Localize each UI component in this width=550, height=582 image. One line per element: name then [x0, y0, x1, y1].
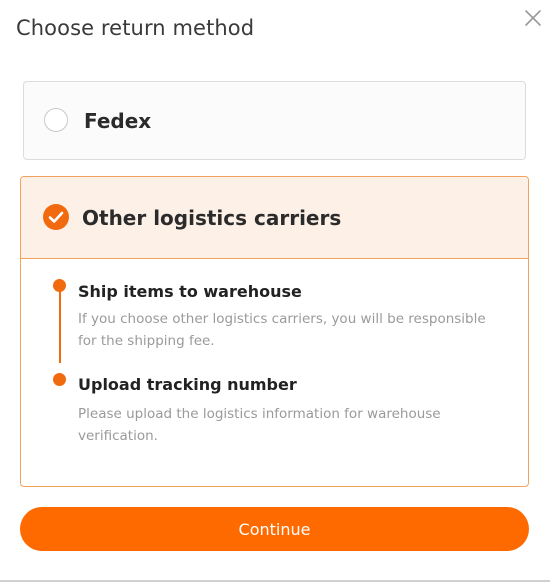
- step-dot-icon: [53, 279, 66, 292]
- radio-checked-icon[interactable]: [43, 204, 69, 230]
- option-other-label: Other logistics carriers: [82, 206, 342, 230]
- close-icon[interactable]: [521, 6, 545, 30]
- step-title: Ship items to warehouse: [78, 282, 302, 301]
- continue-button[interactable]: Continue: [20, 507, 529, 551]
- return-method-dialog: Choose return method Fedex Other logisti…: [0, 0, 550, 582]
- step-description: If you choose other logistics carriers, …: [78, 311, 486, 349]
- option-fedex-label: Fedex: [84, 109, 152, 133]
- step-description: Please upload the logistics information …: [78, 406, 441, 444]
- dialog-title: Choose return method: [16, 16, 255, 40]
- option-other-carriers[interactable]: Other logistics carriers Ship items to w…: [20, 176, 529, 487]
- option-fedex[interactable]: Fedex: [23, 81, 526, 160]
- radio-unselected-icon[interactable]: [44, 108, 68, 132]
- step-connector-line: [59, 283, 61, 363]
- step-dot-icon: [53, 373, 66, 386]
- option-other-header[interactable]: Other logistics carriers: [21, 177, 528, 259]
- step-title: Upload tracking number: [78, 375, 297, 394]
